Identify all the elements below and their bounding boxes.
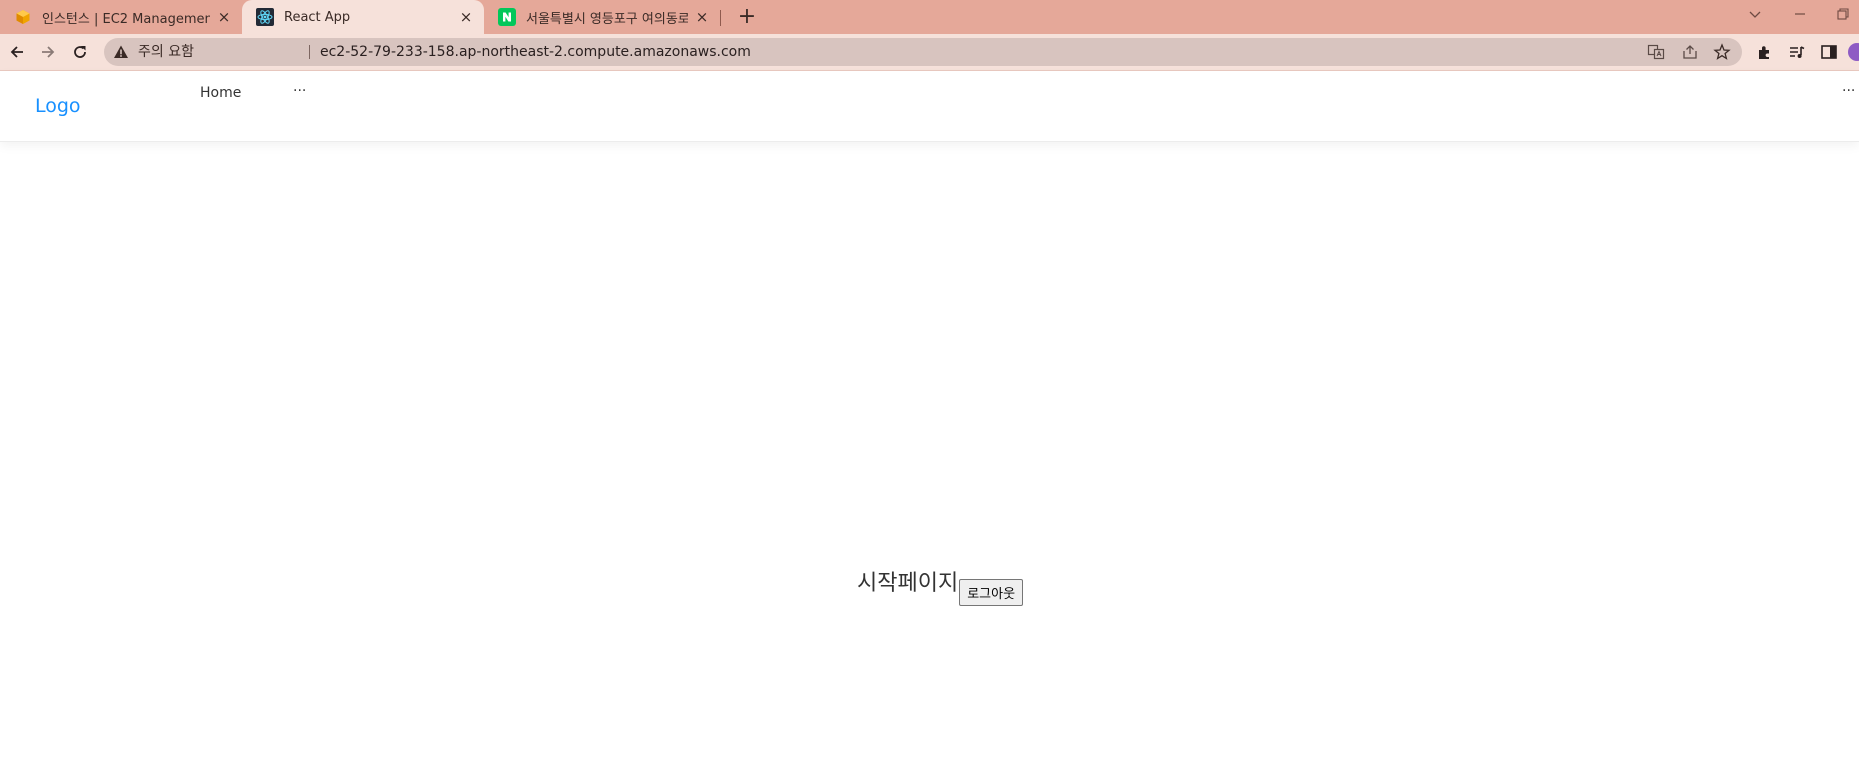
translate-icon[interactable]	[1647, 43, 1665, 61]
menu-overflow-icon[interactable]: ···	[293, 83, 306, 99]
app-header: Logo Home ··· ···	[0, 71, 1859, 142]
aws-cube-icon	[14, 8, 32, 26]
tab-strip: 인스턴스 | EC2 Management Co × React App × 서…	[0, 0, 1859, 34]
react-icon	[256, 8, 274, 26]
restore-icon[interactable]	[1836, 7, 1850, 21]
tab-search-icon[interactable]	[1748, 7, 1762, 21]
tab-separator	[720, 10, 721, 26]
media-control-icon[interactable]	[1788, 43, 1806, 61]
close-icon[interactable]: ×	[694, 9, 710, 25]
omnibox-separator	[309, 45, 310, 59]
warning-icon[interactable]	[113, 44, 129, 60]
tab-naver-map[interactable]: 서울특별시 영등포구 여의동로 2 ×	[484, 0, 720, 34]
tab-title: React App	[284, 9, 351, 25]
forward-icon[interactable]	[36, 40, 60, 64]
logout-button[interactable]: 로그아웃	[959, 579, 1024, 606]
profile-avatar[interactable]	[1848, 43, 1859, 61]
menu-overflow-right-icon[interactable]: ···	[1842, 83, 1855, 99]
back-icon[interactable]	[5, 40, 29, 64]
side-panel-icon[interactable]	[1820, 43, 1838, 61]
close-icon[interactable]: ×	[458, 9, 474, 25]
tab-ec2[interactable]: 인스턴스 | EC2 Management Co ×	[0, 0, 242, 34]
browser-toolbar: 주의 요함 ec2-52-79-233-158.ap-northeast-2.c…	[0, 34, 1859, 71]
new-tab-button[interactable]: +	[735, 5, 759, 29]
minimize-icon[interactable]	[1793, 7, 1807, 21]
main-content: 시작페이지 로그아웃	[857, 570, 1024, 606]
menu-item-home[interactable]: Home	[200, 85, 241, 101]
security-label[interactable]: 주의 요함	[138, 38, 194, 66]
address-bar[interactable]: 주의 요함 ec2-52-79-233-158.ap-northeast-2.c…	[104, 38, 1742, 66]
tab-title: 인스턴스 | EC2 Management Co	[42, 11, 210, 27]
url-text[interactable]: ec2-52-79-233-158.ap-northeast-2.compute…	[320, 38, 751, 66]
logo[interactable]: Logo	[35, 95, 81, 117]
extensions-icon[interactable]	[1756, 43, 1774, 61]
close-icon[interactable]: ×	[216, 9, 232, 25]
start-page-text: 시작페이지	[857, 571, 959, 596]
bookmark-star-icon[interactable]	[1713, 43, 1731, 61]
tab-react-app[interactable]: React App ×	[242, 0, 484, 34]
tab-title: 서울특별시 영등포구 여의동로 2	[526, 11, 688, 27]
naver-icon	[498, 8, 516, 26]
share-icon[interactable]	[1681, 43, 1699, 61]
reload-icon[interactable]	[68, 40, 92, 64]
